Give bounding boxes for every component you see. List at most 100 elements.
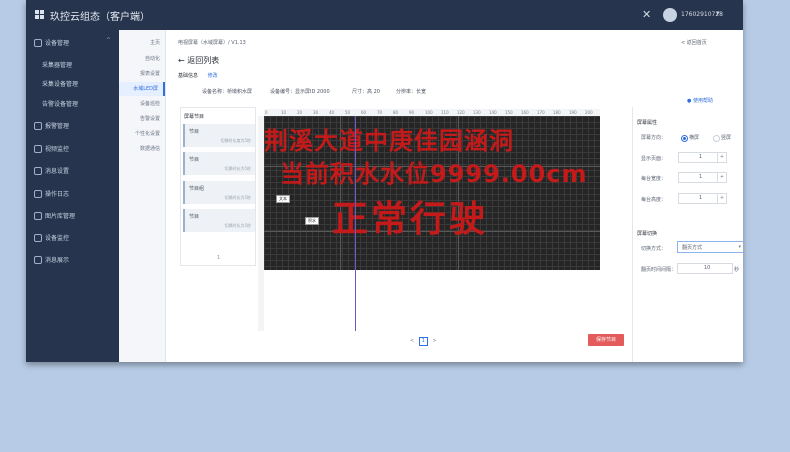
- landscape-label: 横屏: [689, 135, 700, 141]
- ruler-tick: 10: [281, 110, 287, 115]
- program-card[interactable]: 节目 切换时长为5秒: [183, 209, 255, 232]
- subnav-item-alarm-settings[interactable]: 告警设置: [119, 112, 165, 126]
- save-program-button[interactable]: 保存节目: [588, 334, 624, 346]
- sidebar-item-label: 操作日志: [45, 191, 70, 198]
- ruler-tick: 50: [345, 110, 351, 115]
- sidebar-item-device-management[interactable]: 设备管理 ^: [26, 34, 119, 52]
- ruler-tick: 170: [537, 110, 545, 115]
- page-number-button[interactable]: 1: [418, 337, 428, 346]
- led-preview-canvas[interactable]: 荆溪大道中庚佳园涵洞 当前积水水位9999.00cm 正常行驶 文本 积水: [264, 116, 600, 270]
- increment-button[interactable]: +: [717, 153, 726, 162]
- subnav-item-personalize[interactable]: 个性化设置: [119, 127, 165, 141]
- back-to-list-link[interactable]: ← 返回列表: [178, 55, 219, 66]
- program-name: 节目: [189, 157, 200, 163]
- switch-mode-select[interactable]: 翻页方式 ▾: [677, 241, 743, 253]
- main-content: 电视屏幕（水域屏幕）/ V1.13 < 返回首页 ← 返回列表 基础信息 修改 …: [166, 30, 743, 362]
- sidebar-item-alarm[interactable]: 报警管理: [26, 117, 119, 135]
- horizontal-ruler: 0 10 20 30 40 50 60 70 80 90 100 110 120 130 140 150 160…: [264, 109, 600, 116]
- direction-label: 屏幕方向：: [641, 135, 667, 141]
- landscape-radio[interactable]: [681, 135, 688, 142]
- info-size: 尺寸：高 20: [352, 89, 380, 95]
- chevron-down-icon: ▾: [738, 244, 741, 250]
- stepper-value: 1: [699, 195, 703, 201]
- basic-info-heading: 基础信息 修改: [178, 72, 218, 79]
- increment-button[interactable]: +: [717, 173, 726, 182]
- sidebar-item-device-monitor[interactable]: 设备监控: [26, 229, 119, 247]
- sidebar-item-collect-device[interactable]: 采集设备管理: [26, 75, 119, 93]
- sidebar-item-label: 设备监控: [45, 235, 70, 242]
- unit-height-label: 每台高度：: [641, 197, 667, 203]
- led-text-line-1[interactable]: 荆溪大道中庚佳园涵洞: [264, 121, 514, 156]
- unit-width-stepper[interactable]: 1 +: [678, 172, 727, 183]
- program-meta: 切换时长为5秒: [224, 223, 251, 228]
- ruler-tick: 160: [521, 110, 529, 115]
- subnav-item-report[interactable]: 报表设置: [119, 67, 165, 81]
- portrait-radio[interactable]: [713, 135, 720, 142]
- program-name: 节目: [189, 129, 200, 135]
- back-home-link[interactable]: < 返回首页: [681, 39, 707, 46]
- sidebar-item-label: 采集器管理: [42, 62, 73, 69]
- help-link[interactable]: 使用帮助: [687, 97, 713, 104]
- subnav-item-home[interactable]: 主页: [119, 36, 165, 50]
- display-pages-stepper[interactable]: 1 +: [678, 152, 727, 163]
- subnav-item-automation[interactable]: 自动化: [119, 52, 165, 66]
- switch-interval-label: 翻页时间间隔：: [641, 267, 677, 273]
- sidebar-item-label: 采集设备管理: [42, 81, 79, 88]
- portrait-label: 竖屏: [721, 135, 732, 141]
- sidebar-item-collector[interactable]: 采集器管理: [26, 56, 119, 74]
- sub-navigation: 主页 自动化 报表设置 水域LED屏 设备巡检 告警设置 个性化设置 数据通信: [119, 30, 166, 362]
- led-text-line-2[interactable]: 当前积水水位9999.00cm: [280, 154, 588, 189]
- bell-icon: [34, 122, 42, 130]
- chevron-down-icon[interactable]: ▾: [716, 9, 720, 17]
- sidebar-item-operation-log[interactable]: 操作日志: [26, 185, 119, 203]
- prev-page-button[interactable]: <: [410, 338, 414, 344]
- ruler-tick: 70: [377, 110, 383, 115]
- image-icon: [34, 212, 42, 220]
- info-device-id: 设备编号：显示屏ID 2000: [270, 89, 330, 95]
- top-bar: 玖控云组态（客户端） ✕ 17602910728 ▾: [26, 0, 743, 30]
- program-card[interactable]: 节目 切换时长为5秒: [183, 152, 255, 175]
- sidebar-item-video[interactable]: 视频监控: [26, 140, 119, 158]
- ruler-tick: 130: [473, 110, 481, 115]
- program-pagination[interactable]: 1: [217, 255, 220, 261]
- water-tag[interactable]: 积水: [305, 217, 319, 225]
- sidebar-item-message-settings[interactable]: 消息设置: [26, 162, 119, 180]
- log-icon: [34, 190, 42, 198]
- program-card[interactable]: 节目组 切换时长为5秒: [183, 181, 255, 204]
- sidebar-item-image-library[interactable]: 图片库管理: [26, 207, 119, 225]
- sidebar: 设备管理 ^ 采集器管理 采集设备管理 告警设备管理 报警管理 视频监控 消息设…: [26, 30, 119, 362]
- chevron-up-icon: ^: [106, 37, 112, 44]
- sidebar-item-label: 图片库管理: [45, 213, 76, 220]
- info-resolution: 分辨率：长宽: [396, 89, 427, 95]
- message-icon: [34, 167, 42, 175]
- unit-width-label: 每台宽度：: [641, 176, 667, 182]
- position-guide-line[interactable]: [355, 116, 356, 331]
- switch-mode-label: 切换方式：: [641, 246, 667, 252]
- subnav-item-data-comm[interactable]: 数据通信: [119, 142, 165, 156]
- text-tag[interactable]: 文本: [276, 195, 290, 203]
- ruler-tick: 190: [569, 110, 577, 115]
- program-card[interactable]: 节目 切换时长度为5秒: [183, 124, 255, 147]
- program-name: 节目组: [189, 186, 205, 192]
- switch-title: 屏幕切换: [637, 231, 658, 237]
- avatar[interactable]: [663, 8, 677, 22]
- video-icon: [34, 145, 42, 153]
- stepper-value: 1: [699, 174, 703, 180]
- sidebar-item-alarm-device[interactable]: 告警设备管理: [26, 95, 119, 113]
- unit-height-stepper[interactable]: 1 +: [678, 193, 727, 204]
- edit-info-link[interactable]: 修改: [208, 73, 218, 79]
- subnav-item-led-screen[interactable]: 水域LED屏: [119, 82, 165, 96]
- subnav-item-inspection[interactable]: 设备巡检: [119, 97, 165, 111]
- next-page-button[interactable]: >: [432, 338, 436, 344]
- breadcrumb: 电视屏幕（水域屏幕）/ V1.13: [178, 40, 246, 46]
- ruler-tick: 30: [313, 110, 319, 115]
- program-list-panel: 屏幕节目 节目 切换时长度为5秒 节目 切换时长为5秒 节目组 切换时长为5秒 …: [180, 107, 256, 266]
- switch-interval-input[interactable]: 10: [677, 263, 733, 274]
- monitor-icon: [34, 234, 42, 242]
- ruler-tick: 90: [409, 110, 415, 115]
- display-pages-label: 显示页面：: [641, 156, 667, 162]
- sidebar-item-message-display[interactable]: 消息展示: [26, 251, 119, 269]
- increment-button[interactable]: +: [717, 194, 726, 203]
- close-icon[interactable]: ✕: [642, 8, 651, 21]
- canvas-pagination: < 1 >: [410, 337, 437, 346]
